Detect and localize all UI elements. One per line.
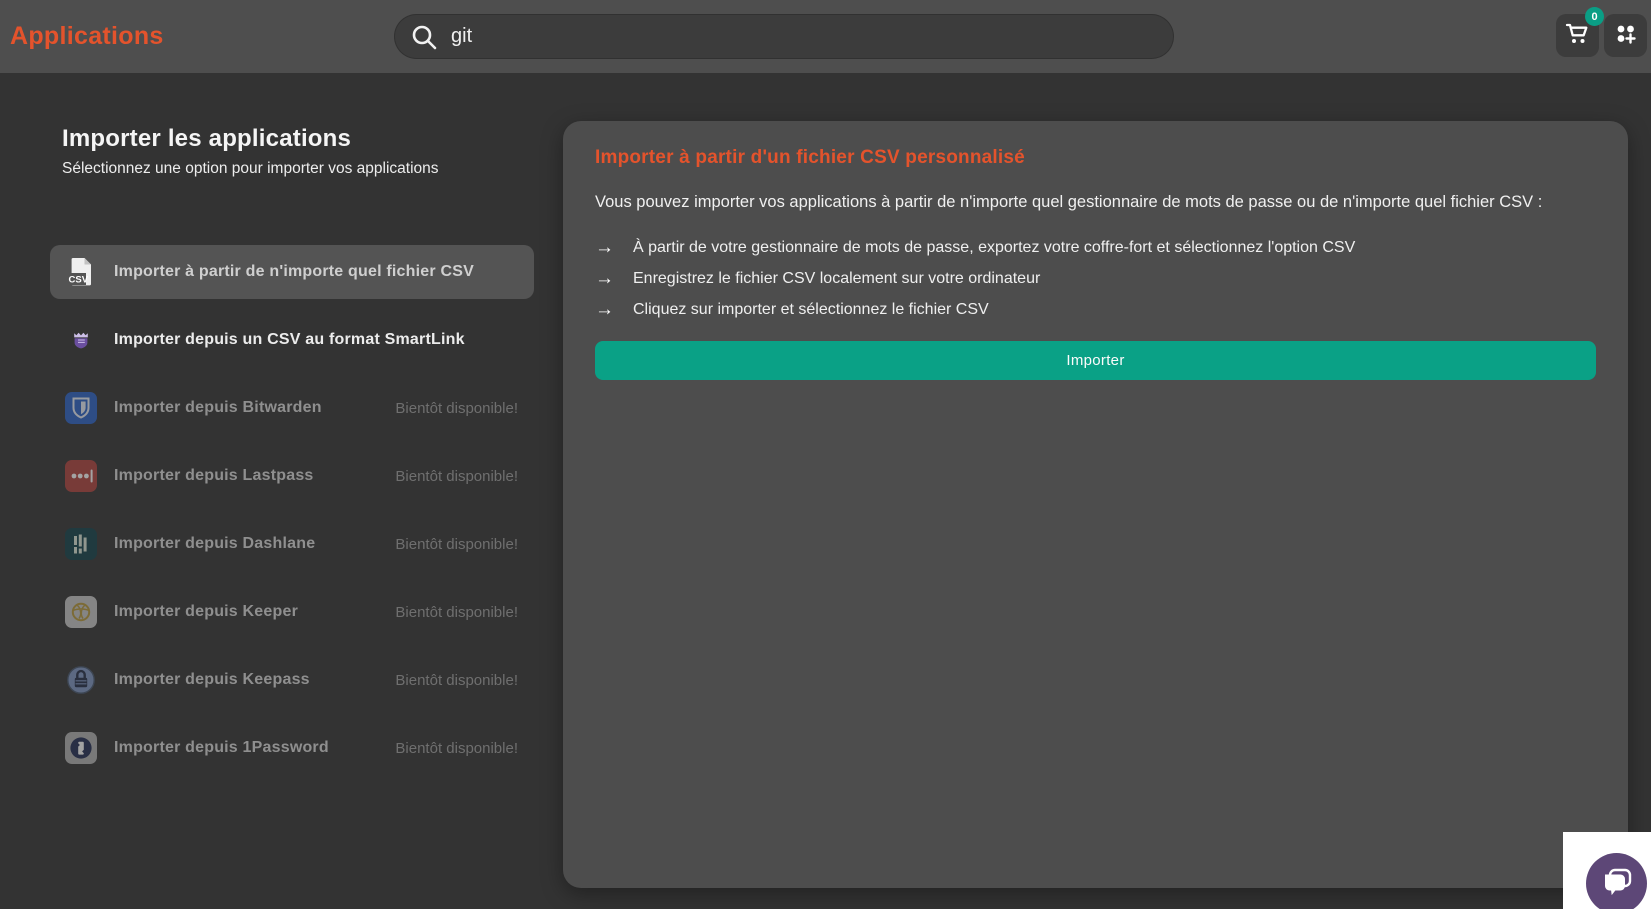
import-step: →Enregistrez le fichier CSV localement s… — [595, 263, 1596, 294]
import-button[interactable]: Importer — [595, 341, 1596, 380]
chat-widget-container — [1563, 832, 1651, 909]
import-applications-page: Applications 0 Importer les applications… — [0, 0, 1651, 909]
csv-file-icon: CSV — [64, 255, 98, 289]
card-description: Vous pouvez importer vos applications à … — [595, 189, 1596, 215]
import-option-label: Importer à partir de n'importe quel fich… — [114, 263, 474, 281]
coming-soon-badge: Bientôt disponible! — [395, 604, 518, 621]
import-step-text: À partir de votre gestionnaire de mots d… — [633, 232, 1355, 263]
chat-launcher-button[interactable] — [1586, 853, 1647, 909]
svg-text:CSV: CSV — [69, 275, 89, 286]
import-option-row: Importer depuis Keeper Bientôt disponibl… — [50, 585, 534, 639]
coming-soon-badge: Bientôt disponible! — [395, 536, 518, 553]
import-step-text: Cliquez sur importer et sélectionnez le … — [633, 294, 989, 325]
topbar: Applications 0 — [0, 0, 1651, 73]
arrow-right-icon: → — [595, 294, 633, 325]
onepassword-icon — [64, 731, 98, 765]
bitwarden-icon — [64, 391, 98, 425]
arrow-right-icon: → — [595, 232, 633, 263]
lastpass-icon — [64, 459, 98, 493]
cart-icon — [1564, 20, 1591, 52]
csv-import-card: Importer à partir d'un fichier CSV perso… — [563, 121, 1628, 888]
import-step-text: Enregistrez le fichier CSV localement su… — [633, 263, 1040, 294]
search-bar[interactable] — [394, 14, 1174, 59]
keepass-icon — [64, 663, 98, 697]
import-option-row[interactable]: Importer depuis un CSV au format SmartLi… — [50, 313, 534, 367]
import-option-label: Importer depuis Keepass — [114, 671, 310, 689]
import-section-subtitle: Sélectionnez une option pour importer vo… — [62, 160, 439, 178]
import-step: →À partir de votre gestionnaire de mots … — [595, 232, 1596, 263]
import-option-label: Importer depuis Dashlane — [114, 535, 315, 553]
coming-soon-badge: Bientôt disponible! — [395, 400, 518, 417]
cart-button[interactable]: 0 — [1556, 14, 1599, 57]
search-icon — [410, 23, 438, 51]
arrow-right-icon: → — [595, 263, 633, 294]
coming-soon-badge: Bientôt disponible! — [395, 468, 518, 485]
import-option-label: Importer depuis 1Password — [114, 739, 329, 757]
smartlink-icon — [64, 323, 98, 357]
import-option-row: Importer depuis 1Password Bientôt dispon… — [50, 721, 534, 775]
chat-bubbles-icon — [1599, 862, 1635, 905]
import-option-label: Importer depuis Bitwarden — [114, 399, 322, 417]
import-option-row: Importer depuis Dashlane Bientôt disponi… — [50, 517, 534, 571]
import-option-row: Importer depuis Bitwarden Bientôt dispon… — [50, 381, 534, 435]
page-title: Applications — [10, 0, 164, 73]
apps-grid-add-icon — [1612, 20, 1639, 52]
import-steps-list: →À partir de votre gestionnaire de mots … — [595, 232, 1596, 325]
import-option-row[interactable]: CSV Importer à partir de n'importe quel … — [50, 245, 534, 299]
import-option-row: Importer depuis Keepass Bientôt disponib… — [50, 653, 534, 707]
import-option-label: Importer depuis Keeper — [114, 603, 298, 621]
search-input[interactable] — [451, 25, 1158, 48]
add-apps-button[interactable] — [1604, 14, 1647, 57]
dashlane-icon — [64, 527, 98, 561]
import-options-list: CSV Importer à partir de n'importe quel … — [50, 245, 534, 789]
import-option-label: Importer depuis un CSV au format SmartLi… — [114, 331, 465, 349]
import-option-row: Importer depuis Lastpass Bientôt disponi… — [50, 449, 534, 503]
card-title: Importer à partir d'un fichier CSV perso… — [595, 147, 1596, 169]
coming-soon-badge: Bientôt disponible! — [395, 740, 518, 757]
import-step: →Cliquez sur importer et sélectionnez le… — [595, 294, 1596, 325]
keeper-icon — [64, 595, 98, 629]
import-section-title: Importer les applications — [62, 125, 351, 153]
cart-count-badge: 0 — [1585, 7, 1604, 26]
import-option-label: Importer depuis Lastpass — [114, 467, 314, 485]
coming-soon-badge: Bientôt disponible! — [395, 672, 518, 689]
